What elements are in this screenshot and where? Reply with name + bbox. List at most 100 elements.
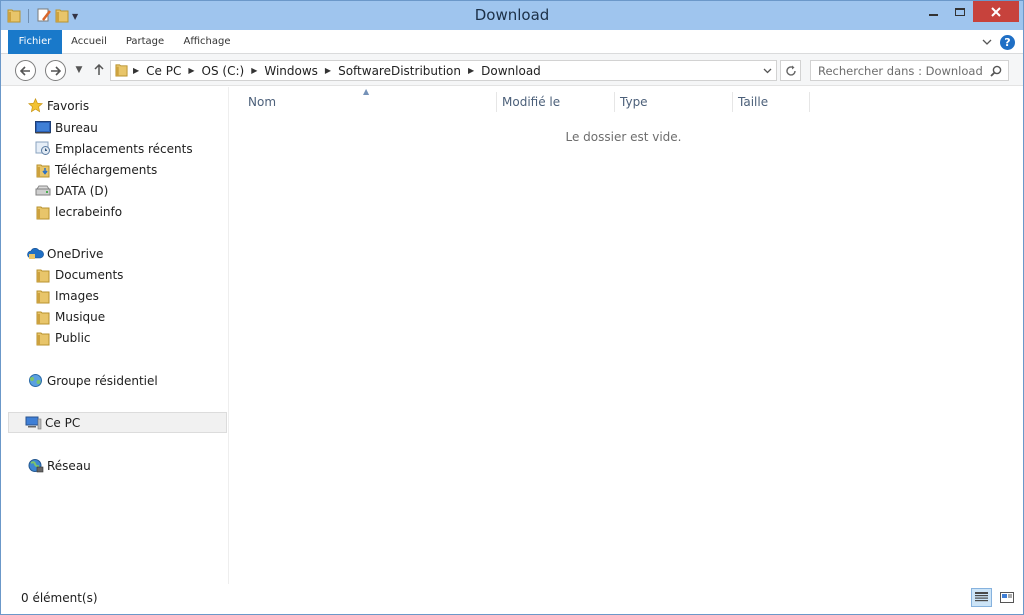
tab-home[interactable]: Accueil — [64, 30, 114, 54]
nav-this-pc-label: Ce PC — [45, 415, 81, 430]
nav-onedrive-label: OneDrive — [47, 246, 104, 261]
navigation-pane: Favoris Bureau Emplacements récents Télé… — [1, 87, 229, 584]
folder-icon — [34, 203, 51, 220]
nav-item-label: Emplacements récents — [55, 141, 193, 156]
status-bar: 0 élément(s) — [1, 584, 1023, 614]
folder-icon — [34, 329, 51, 346]
back-button[interactable] — [15, 60, 36, 81]
downloads-folder-icon — [34, 161, 51, 178]
expand-ribbon-icon[interactable] — [982, 39, 992, 46]
nav-item-documents[interactable]: Documents — [34, 264, 123, 285]
nav-item-images[interactable]: Images — [34, 285, 99, 306]
column-header-type[interactable]: Type — [616, 92, 733, 112]
onedrive-cloud-icon — [27, 245, 44, 262]
tab-file[interactable]: Fichier — [8, 30, 62, 54]
nav-item-lecrabeinfo[interactable]: lecrabeinfo — [34, 201, 122, 222]
address-history-button[interactable] — [758, 61, 776, 80]
tab-share[interactable]: Partage — [118, 30, 172, 54]
nav-this-pc[interactable]: Ce PC — [8, 412, 227, 433]
refresh-button[interactable] — [780, 60, 801, 81]
homegroup-icon — [27, 372, 44, 389]
search-input[interactable] — [811, 61, 989, 80]
nav-item-label: lecrabeinfo — [55, 204, 123, 219]
details-view-icon — [975, 592, 988, 602]
search-box[interactable] — [810, 60, 1009, 81]
tab-view[interactable]: Affichage — [177, 30, 237, 54]
computer-icon — [25, 414, 42, 431]
nav-favorites-label: Favoris — [47, 98, 90, 113]
breadcrumb-windows[interactable]: Windows — [258, 64, 324, 78]
arrow-left-icon — [20, 65, 30, 76]
breadcrumb-download[interactable]: Download — [475, 64, 547, 78]
nav-item-label: Images — [55, 288, 99, 303]
details-view-button[interactable] — [971, 588, 992, 607]
chevron-down-icon: ▼ — [75, 65, 83, 75]
star-icon — [27, 97, 44, 114]
breadcrumb-arrow-icon[interactable]: ▶ — [467, 66, 475, 75]
file-list[interactable]: ▲ Nom Modifié le Type Taille Le dossier … — [230, 87, 1023, 584]
breadcrumb-arrow-icon[interactable]: ▶ — [132, 66, 140, 75]
recent-locations-button[interactable]: ▼ — [72, 62, 86, 78]
breadcrumb-arrow-icon[interactable]: ▶ — [324, 66, 332, 75]
explorer-window: ▼ Download Fichier Accueil Partage Affic… — [0, 0, 1024, 615]
recent-places-icon — [34, 140, 51, 157]
breadcrumb-os-drive[interactable]: OS (C:) — [196, 64, 251, 78]
nav-item-label: Public — [55, 330, 91, 345]
empty-folder-message: Le dossier est vide. — [565, 130, 682, 144]
column-header-name[interactable]: Nom — [244, 92, 497, 112]
ribbon-controls: ? — [982, 33, 1015, 51]
refresh-icon — [785, 65, 796, 76]
breadcrumb-arrow-icon[interactable]: ▶ — [250, 66, 258, 75]
nav-item-recent-places[interactable]: Emplacements récents — [34, 138, 193, 159]
close-button[interactable] — [973, 1, 1019, 22]
ribbon-tabs: Fichier Accueil Partage Affichage ? — [1, 30, 1023, 54]
close-icon — [991, 6, 1001, 17]
drive-icon — [34, 182, 51, 199]
nav-item-label: Bureau — [55, 120, 98, 135]
folder-icon — [34, 287, 51, 304]
navigation-bar: ▼ ▶ Ce PC ▶ OS (C:) ▶ Windows ▶ Software… — [1, 54, 1023, 86]
item-count: 0 élément(s) — [21, 591, 98, 605]
nav-item-label: Musique — [55, 309, 106, 324]
breadcrumb-this-pc[interactable]: Ce PC — [140, 64, 187, 78]
column-header-modified[interactable]: Modifié le — [498, 92, 615, 112]
folder-icon — [34, 266, 51, 283]
nav-network-label: Réseau — [47, 458, 91, 473]
title-bar: ▼ Download — [1, 1, 1023, 30]
breadcrumb-arrow-icon[interactable]: ▶ — [187, 66, 195, 75]
folder-icon — [34, 308, 51, 325]
arrow-up-icon — [94, 64, 104, 75]
nav-item-label: Téléchargements — [55, 162, 158, 177]
window-title: Download — [474, 6, 550, 24]
nav-item-public[interactable]: Public — [34, 327, 91, 348]
nav-network[interactable]: Réseau — [27, 455, 91, 476]
network-globe-icon — [27, 457, 44, 474]
nav-item-downloads[interactable]: Téléchargements — [34, 159, 157, 180]
up-button[interactable] — [92, 62, 106, 78]
nav-homegroup[interactable]: Groupe résidentiel — [27, 370, 158, 391]
nav-item-desktop[interactable]: Bureau — [34, 117, 98, 138]
nav-homegroup-label: Groupe résidentiel — [47, 373, 158, 388]
help-icon[interactable]: ? — [1000, 34, 1015, 50]
column-header-size[interactable]: Taille — [734, 92, 810, 112]
folder-icon — [115, 62, 128, 80]
nav-favorites[interactable]: Favoris — [27, 95, 89, 116]
minimize-icon — [929, 13, 938, 16]
breadcrumb: ▶ Ce PC ▶ OS (C:) ▶ Windows ▶ SoftwareDi… — [111, 61, 547, 80]
desktop-icon — [34, 119, 51, 136]
maximize-icon — [955, 7, 965, 16]
nav-item-label: DATA (D) — [55, 183, 109, 198]
address-bar[interactable]: ▶ Ce PC ▶ OS (C:) ▶ Windows ▶ SoftwareDi… — [110, 60, 777, 81]
forward-button[interactable] — [45, 60, 66, 81]
chevron-down-icon — [763, 68, 771, 73]
large-icons-view-button[interactable] — [996, 588, 1017, 607]
search-icon[interactable] — [988, 63, 1004, 79]
nav-onedrive[interactable]: OneDrive — [27, 243, 103, 264]
arrow-right-icon — [51, 65, 61, 76]
breadcrumb-softwaredistribution[interactable]: SoftwareDistribution — [332, 64, 467, 78]
nav-item-data-drive[interactable]: DATA (D) — [34, 180, 108, 201]
minimize-button[interactable] — [920, 1, 947, 22]
large-icons-view-icon — [999, 592, 1014, 603]
maximize-button[interactable] — [947, 1, 973, 22]
nav-item-music[interactable]: Musique — [34, 306, 105, 327]
